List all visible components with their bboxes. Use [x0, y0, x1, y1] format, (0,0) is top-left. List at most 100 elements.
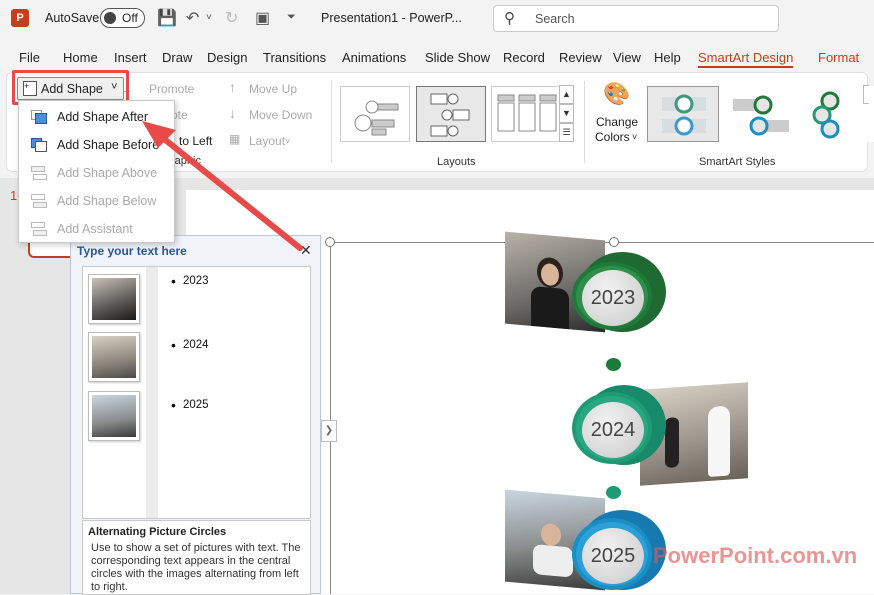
tab-design[interactable]: Design [207, 50, 247, 65]
ribbon-tabs: File Home Insert Draw Design Transitions… [0, 46, 874, 70]
tab-draw[interactable]: Draw [162, 50, 192, 65]
picture-placeholder-1[interactable] [88, 274, 140, 324]
move-up-button[interactable]: Move Up [249, 82, 297, 96]
text-pane-title: Type your text here [77, 244, 187, 258]
menu-item-label: Add Shape After [57, 110, 149, 124]
layout-description: Alternating Picture Circles Use to show … [82, 520, 311, 595]
style-2-icon [733, 95, 789, 136]
tab-help[interactable]: Help [654, 50, 681, 65]
layout-option-1[interactable] [340, 86, 410, 142]
menu-item-label: Add Shape Before [57, 138, 160, 152]
search-placeholder: Search [535, 12, 575, 26]
separator [331, 81, 332, 163]
style-option-2[interactable] [725, 86, 797, 142]
palette-icon: 🎨 [603, 81, 631, 106]
picture-placeholder-3[interactable] [88, 391, 140, 441]
year-2023[interactable]: 2023 [582, 270, 644, 326]
layout-1-icon [354, 100, 399, 136]
layouts-scroll-up-icon[interactable]: ▲ [559, 85, 574, 104]
picture-placeholder-2[interactable] [88, 332, 140, 382]
description-title: Alternating Picture Circles [88, 526, 227, 538]
menu-item-add-shape-before[interactable]: Add Shape Before [19, 133, 174, 157]
layout-3-icon [497, 94, 557, 132]
move-down-button[interactable]: Move Down [249, 108, 312, 122]
menu-item-label: Add Shape Above [57, 166, 158, 180]
style-option-1-selected[interactable] [647, 86, 719, 142]
change-colors-chevron-icon: ˅ [632, 132, 638, 142]
thumbnail-image [92, 395, 136, 437]
thumbnail-image [92, 278, 136, 320]
resize-handle[interactable] [325, 237, 335, 247]
tab-insert[interactable]: Insert [114, 50, 147, 65]
move-up-icon: ↑ [229, 79, 236, 95]
separator [584, 81, 585, 163]
tab-transitions[interactable]: Transitions [263, 50, 326, 65]
bullet-2023[interactable]: 2023 [171, 273, 208, 289]
autosave-toggle[interactable]: Off [100, 8, 145, 28]
text-pane-toggle-icon[interactable]: ❯ [321, 420, 337, 442]
search-icon: ⚲ [504, 10, 515, 27]
create-graphic-label: raphic [171, 155, 201, 167]
connector-dot [606, 486, 621, 499]
add-shape-before-icon [31, 138, 47, 152]
tab-record[interactable]: Record [503, 50, 545, 65]
title-bar: P AutoSave Off 💾 ↶ ˅ ↻ ▣ ⏷ Presentation1… [0, 0, 874, 38]
right-to-left-button[interactable]: to Left [179, 134, 212, 148]
year-2025[interactable]: 2025 [582, 528, 644, 584]
layout-button[interactable]: Layout [249, 134, 285, 148]
undo-icon[interactable]: ↶ [186, 8, 199, 28]
redo-icon[interactable]: ↻ [225, 8, 238, 28]
menu-item-add-shape-above[interactable]: Add Shape Above [19, 161, 174, 185]
tab-review[interactable]: Review [559, 50, 602, 65]
search-box[interactable]: ⚲ Search [493, 5, 779, 32]
close-icon[interactable]: ✕ [300, 242, 312, 259]
toggle-state: Off [122, 11, 138, 25]
thumbnail-image [92, 336, 136, 378]
undo-dropdown-icon[interactable]: ˅ [206, 12, 212, 23]
tab-animations[interactable]: Animations [342, 50, 406, 65]
tab-smartart-design[interactable]: SmartArt Design [698, 50, 794, 68]
promote-button[interactable]: Promote [149, 82, 194, 96]
style-1-icon [662, 94, 706, 136]
add-assistant-icon [31, 222, 47, 236]
toggle-knob [104, 12, 116, 24]
layouts-group-label: Layouts [437, 156, 476, 168]
add-shape-above-icon [31, 166, 47, 180]
layout-2-icon [430, 93, 470, 137]
bullet-2025[interactable]: 2025 [171, 397, 208, 413]
layout-icon: ▦ [229, 132, 241, 146]
save-icon[interactable]: 💾 [157, 8, 177, 28]
slide-number: 1 [10, 188, 18, 203]
menu-item-add-shape-after[interactable]: Add Shape After [19, 105, 174, 129]
tab-home[interactable]: Home [63, 50, 98, 65]
change-colors-line1[interactable]: Change [596, 115, 638, 129]
change-colors-line2[interactable]: Colors [595, 130, 630, 144]
bullet-2024[interactable]: 2024 [171, 337, 208, 353]
resize-handle[interactable] [609, 237, 619, 247]
layout-chevron-icon: ˅ [285, 136, 291, 146]
add-shape-dropdown: Add Shape After Add Shape Before Add Sha… [18, 100, 175, 243]
picture-strip [146, 267, 158, 518]
powerpoint-logo-icon: P [11, 9, 29, 27]
menu-item-add-assistant[interactable]: Add Assistant [19, 217, 174, 241]
layout-option-2-selected[interactable] [416, 86, 486, 142]
tab-view[interactable]: View [613, 50, 641, 65]
menu-item-add-shape-below[interactable]: Add Shape Below [19, 189, 174, 213]
year-2024[interactable]: 2024 [582, 402, 644, 458]
layouts-more-icon[interactable]: ☰ [559, 123, 574, 142]
text-pane-list[interactable]: 2023 2024 2025 [82, 266, 311, 519]
customize-qat-icon[interactable]: ⏷ [287, 11, 296, 24]
layouts-scroll-down-icon[interactable]: ▼ [559, 104, 574, 123]
autosave-label: AutoSave [45, 11, 100, 25]
styles-scroll-up-icon[interactable] [863, 85, 869, 104]
tab-file[interactable]: File [19, 50, 40, 65]
menu-item-label: Add Assistant [57, 222, 133, 236]
menu-item-label: Add Shape Below [57, 194, 157, 208]
tab-format[interactable]: Format [818, 50, 859, 65]
add-shape-below-icon [31, 194, 47, 208]
layout-option-3[interactable] [491, 86, 561, 142]
tab-slide-show[interactable]: Slide Show [425, 50, 490, 65]
smartart-styles-group-label: SmartArt Styles [699, 156, 776, 168]
description-body: Use to show a set of pictures with text.… [91, 542, 301, 593]
present-icon[interactable]: ▣ [255, 8, 270, 28]
